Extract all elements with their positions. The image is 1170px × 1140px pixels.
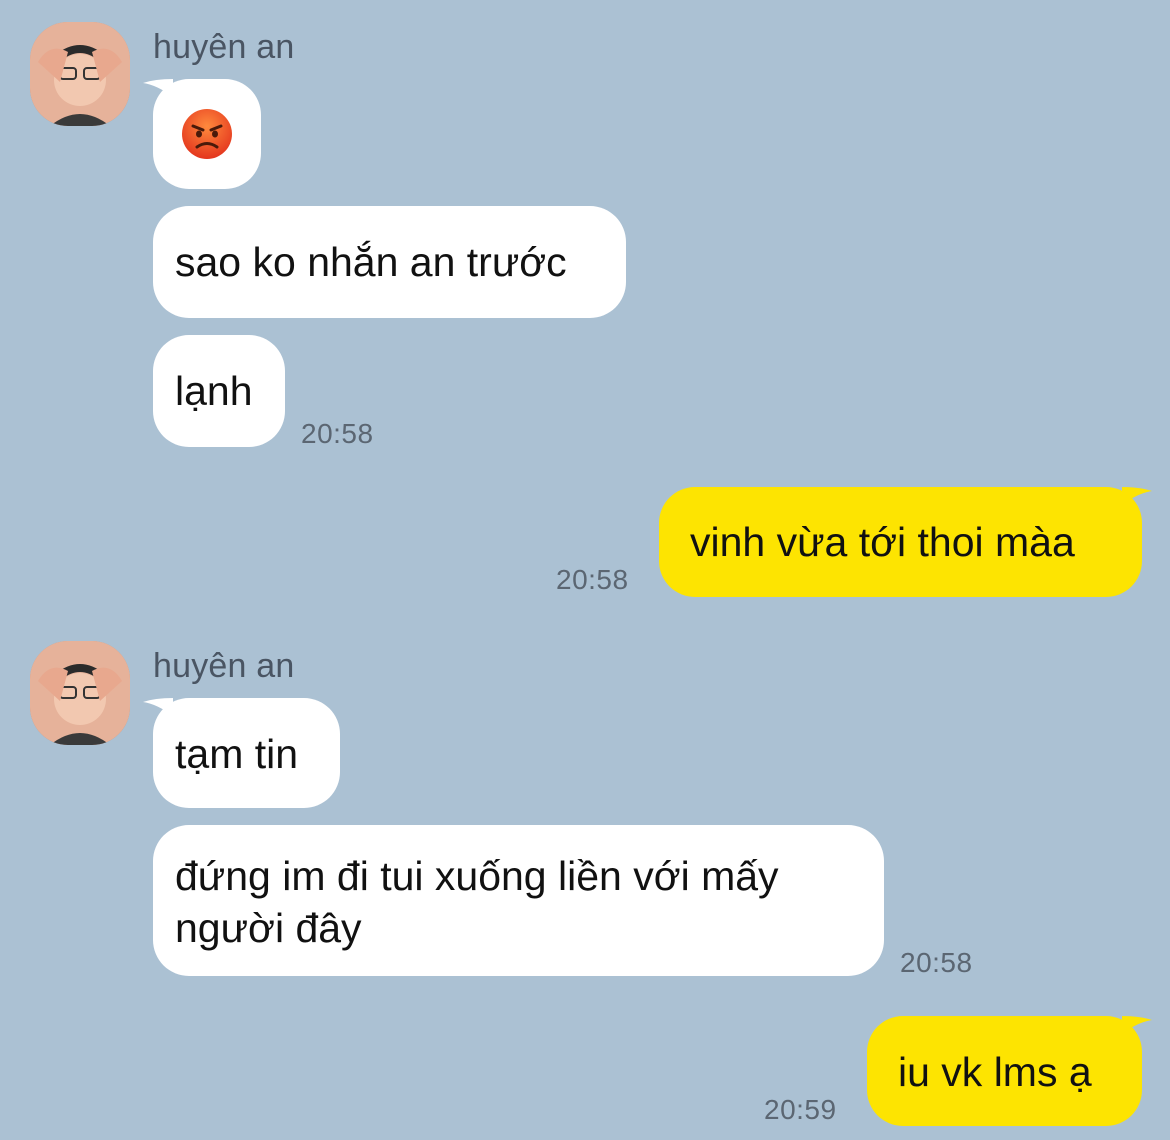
message-bubble-emoji[interactable]: [143, 79, 261, 189]
message-bubble[interactable]: tạm tin: [143, 698, 340, 808]
bubble-tail: [1122, 487, 1152, 505]
message-text: lạnh: [175, 368, 253, 414]
message-time: 20:58: [556, 564, 629, 595]
message-time: 20:58: [900, 947, 973, 978]
sender-avatar[interactable]: [30, 641, 130, 745]
bubble-tail: [143, 79, 173, 97]
message-text: sao ko nhắn an trước: [175, 239, 567, 285]
message-time: 20:58: [301, 418, 374, 449]
sender-name: huyên an: [153, 647, 295, 685]
sender-avatar[interactable]: [30, 22, 130, 126]
message-bubble-outgoing[interactable]: vinh vừa tới thoi màa: [659, 487, 1152, 597]
sender-name: huyên an: [153, 28, 295, 66]
angry-face-icon: [182, 109, 232, 159]
message-text-line2: người đây: [175, 905, 362, 951]
message-bubble[interactable]: sao ko nhắn an trước: [153, 206, 626, 318]
message-text: đứng im đi tui xuống liền với mấy: [175, 853, 779, 899]
bubble-tail: [143, 698, 173, 716]
profile-photo-icon: [30, 641, 130, 745]
message-time: 20:59: [764, 1094, 837, 1125]
message-bubble-outgoing[interactable]: iu vk lms ạ: [867, 1016, 1152, 1126]
message-text: vinh vừa tới thoi màa: [690, 519, 1075, 565]
profile-photo-icon: [30, 22, 130, 126]
message-text: iu vk lms ạ: [898, 1049, 1092, 1095]
message-bubble[interactable]: đứng im đi tui xuống liền với mấy người …: [153, 825, 884, 976]
message-bubble[interactable]: lạnh: [153, 335, 285, 447]
message-text: tạm tin: [175, 731, 299, 777]
bubble-tail: [1122, 1016, 1152, 1034]
